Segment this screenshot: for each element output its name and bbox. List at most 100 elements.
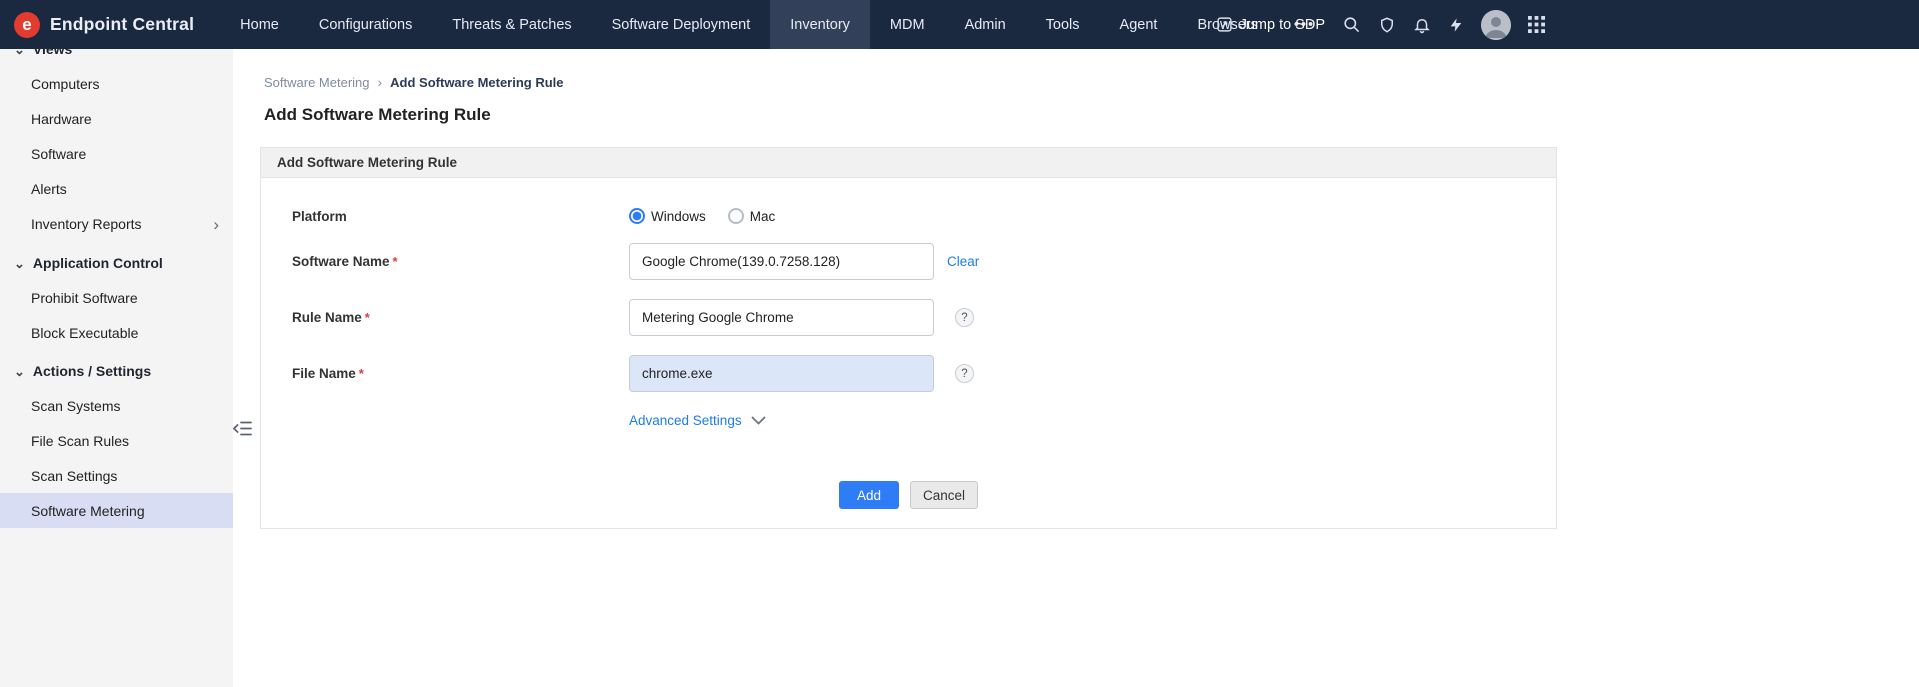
breadcrumb-current: Add Software Metering Rule	[390, 74, 564, 90]
app-root: e Endpoint Central Home Configurations T…	[0, 0, 1919, 687]
software-name-input[interactable]	[629, 243, 934, 280]
platform-windows-label: Windows	[651, 208, 706, 224]
nav-inventory[interactable]: Inventory	[770, 0, 870, 49]
chevron-down-icon: ⌄	[14, 49, 25, 57]
breadcrumb-software-metering-link[interactable]: Software Metering	[264, 75, 370, 90]
platform-option-windows: Windows	[629, 208, 706, 224]
required-asterisk: *	[364, 310, 370, 325]
panel-title: Add Software Metering Rule	[261, 148, 1556, 178]
platform-windows-radio[interactable]	[629, 208, 645, 224]
sidebar-section-actions-settings[interactable]: ⌄ Actions / Settings	[0, 350, 233, 388]
sidebar-collapse-button[interactable]	[231, 419, 253, 437]
nav-home[interactable]: Home	[220, 0, 299, 49]
sidebar-item-computers[interactable]: Computers	[0, 66, 233, 101]
file-name-help-icon[interactable]: ?	[955, 364, 974, 383]
platform-mac-radio[interactable]	[727, 208, 744, 224]
sidebar-item-hardware[interactable]: Hardware	[0, 101, 233, 136]
add-button[interactable]: Add	[838, 481, 899, 509]
search-icon[interactable]	[1342, 15, 1361, 34]
rule-name-label-text: Rule Name	[292, 310, 362, 325]
add-rule-panel: Add Software Metering Rule Platform Wind…	[260, 147, 1557, 529]
user-avatar[interactable]	[1481, 9, 1511, 40]
sidebar-item-label: Software	[31, 145, 87, 162]
chevron-right-icon: ›	[213, 214, 219, 234]
file-name-input[interactable]	[629, 355, 934, 392]
brand: e Endpoint Central	[0, 0, 220, 49]
file-name-row: File Name* ?	[292, 355, 1556, 392]
sidebar-item-software-metering[interactable]: Software Metering	[0, 493, 233, 528]
sidebar-item-block-executable[interactable]: Block Executable	[0, 315, 233, 350]
sidebar-item-software[interactable]: Software	[0, 136, 233, 171]
clear-link[interactable]: Clear	[947, 254, 979, 269]
software-name-label: Software Name *	[292, 254, 629, 269]
nav-threats-patches[interactable]: Threats & Patches	[432, 0, 591, 49]
jump-to-sdp-link[interactable]: Jump to SDP	[1216, 16, 1325, 33]
sidebar-item-label: Scan Systems	[31, 397, 121, 414]
sidebar-section-application-control[interactable]: ⌄ Application Control	[0, 242, 233, 280]
file-name-control: ?	[629, 355, 974, 392]
endpoint-central-logo-icon: e	[14, 11, 40, 38]
chevron-down-icon	[751, 416, 765, 425]
cancel-button[interactable]: Cancel	[910, 481, 979, 509]
sidebar-section-label: Actions / Settings	[32, 363, 152, 379]
shield-icon[interactable]	[1378, 16, 1396, 34]
sidebar-section-views-label: Views	[32, 49, 73, 57]
software-name-row: Software Name* Clear	[292, 243, 1556, 280]
platform-mac-label: Mac	[749, 208, 776, 224]
rule-name-label: Rule Name *	[292, 310, 629, 325]
page-title: Add Software Metering Rule	[264, 105, 491, 124]
sidebar-item-label: Scan Settings	[31, 467, 118, 484]
panel-body: Platform Windows Mac Software Name * Goo…	[261, 178, 1556, 528]
brand-title: Endpoint Central	[50, 14, 195, 34]
platform-options: Windows Mac	[629, 208, 775, 224]
rule-name-row: Rule Name* ?	[292, 299, 1556, 336]
nav-software-deployment[interactable]: Software Deployment	[592, 0, 771, 49]
sidebar-item-label: Software Metering	[31, 502, 145, 519]
apps-grid-icon[interactable]	[1528, 16, 1545, 33]
main-layout: ⌄ Views Computers Hardware Software Aler…	[0, 49, 1919, 687]
sidebar-section-views[interactable]: ⌄ Views	[0, 49, 233, 66]
main-content: Software Metering › Add Software Meterin…	[233, 49, 1919, 687]
sidebar-section-label: Application Control	[32, 255, 163, 271]
platform-row: Platform Windows Mac	[292, 200, 1556, 232]
platform-option-mac: Mac	[727, 208, 776, 224]
rule-name-control: ?	[629, 299, 974, 336]
platform-label: Platform	[292, 208, 347, 224]
primary-nav: Home Configurations Threats & Patches So…	[220, 0, 1331, 49]
advanced-settings-link[interactable]: Advanced Settings	[629, 413, 742, 428]
form-actions: Add Cancel	[261, 481, 1556, 509]
required-asterisk: *	[392, 254, 398, 269]
sidebar-item-scan-systems[interactable]: Scan Systems	[0, 388, 233, 423]
sidebar-item-label: Prohibit Software	[31, 289, 138, 306]
sidebar-item-label: Computers	[31, 75, 100, 92]
sidebar-item-file-scan-rules[interactable]: File Scan Rules	[0, 423, 233, 458]
software-name-control: Clear	[629, 243, 979, 280]
breadcrumb-separator-icon: ›	[377, 74, 383, 90]
sidebar: ⌄ Views Computers Hardware Software Aler…	[0, 49, 233, 687]
chevron-down-icon: ⌄	[14, 255, 25, 271]
sidebar-item-scan-settings[interactable]: Scan Settings	[0, 458, 233, 493]
sidebar-item-label: Block Executable	[31, 324, 139, 341]
advanced-settings-toggle[interactable]: Advanced Settings	[629, 411, 1556, 429]
sidebar-item-label: File Scan Rules	[31, 432, 130, 449]
nav-mdm[interactable]: MDM	[870, 0, 945, 49]
sidebar-item-prohibit-software[interactable]: Prohibit Software	[0, 280, 233, 315]
required-asterisk: *	[358, 366, 364, 381]
file-name-label-text: File Name	[292, 366, 356, 381]
nav-admin[interactable]: Admin	[945, 0, 1026, 49]
top-navigation-bar: e Endpoint Central Home Configurations T…	[0, 0, 1919, 49]
rule-name-input[interactable]	[629, 299, 934, 336]
sidebar-item-alerts[interactable]: Alerts	[0, 171, 233, 206]
sidebar-item-label: Alerts	[31, 180, 67, 197]
nav-tools[interactable]: Tools	[1026, 0, 1100, 49]
quick-actions-bolt-icon[interactable]	[1448, 16, 1464, 34]
file-name-label: File Name *	[292, 366, 629, 381]
notifications-bell-icon[interactable]	[1413, 16, 1431, 34]
rule-name-help-icon[interactable]: ?	[955, 308, 974, 327]
sdp-icon	[1216, 16, 1233, 33]
nav-agent[interactable]: Agent	[1100, 0, 1178, 49]
breadcrumb: Software Metering › Add Software Meterin…	[260, 74, 1919, 90]
jump-to-sdp-label: Jump to SDP	[1239, 16, 1325, 33]
sidebar-item-inventory-reports[interactable]: Inventory Reports ›	[0, 206, 233, 242]
nav-configurations[interactable]: Configurations	[299, 0, 433, 49]
